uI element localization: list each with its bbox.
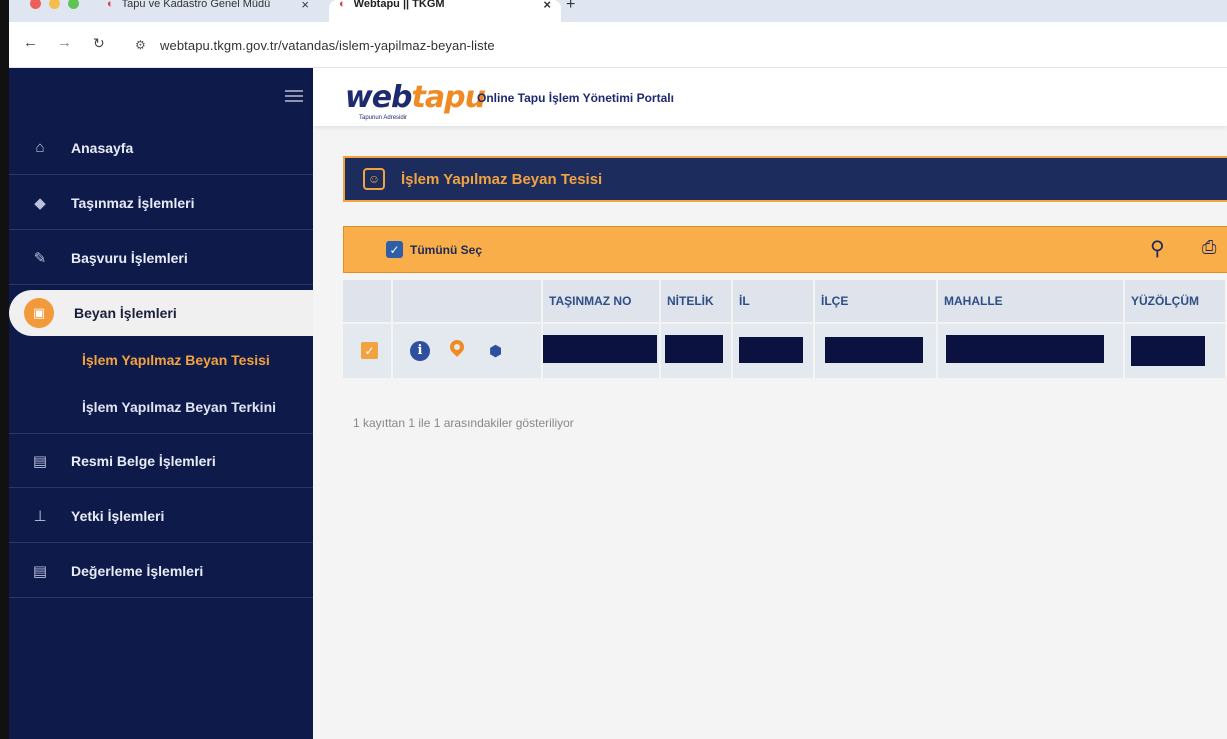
briefcase-icon: ▣ [24,298,54,328]
document-icon: ▤ [32,452,48,470]
sidebar-item-degerleme[interactable]: ▤ Değerleme İşlemleri [9,544,313,598]
browser-tab[interactable]: ◐ Tapu ve Kadastro Genel Müdü × [97,0,319,22]
cube-icon[interactable]: ⬢ [489,342,502,360]
page-header: ☺ İşlem Yapılmaz Beyan Tesisi [343,156,1227,202]
sidebar-item-label: Anasayfa [71,139,134,156]
minimize-window-button[interactable] [49,0,60,9]
column-header-yuzolcum[interactable]: YÜZÖLÇÜM [1125,280,1227,322]
column-header-select [343,280,393,322]
redacted-value [665,335,723,363]
sidebar-item-anasayfa[interactable]: ⌂ Anasayfa [9,121,313,175]
column-header-nitelik[interactable]: NİTELİK [661,280,733,322]
submenu-item-beyan-tesisi[interactable]: İşlem Yapılmaz Beyan Tesisi [82,352,270,368]
new-tab-button[interactable]: + [566,0,575,14]
column-header-ilce[interactable]: İLÇE [815,280,938,322]
column-header-tasinmaz-no[interactable]: TAŞINMAZ NO [543,280,661,322]
pen-icon: ✎ [33,249,47,267]
browser-tab-active[interactable]: ◐ Webtapu || TKGM × [329,0,561,22]
table-cell: ✓ [343,324,393,378]
sidebar-item-basvuru[interactable]: ✎ Başvuru İşlemleri [9,231,313,285]
url-field[interactable]: webtapu.tkgm.gov.tr/vatandas/islem-yapil… [160,38,495,53]
sidebar-item-label: Yetki İşlemleri [71,507,165,524]
logo-tapu-text: tapu [411,80,486,115]
print-icon[interactable]: ⎙ [1202,237,1216,258]
browser-chrome: ◐ Tapu ve Kadastro Genel Müdü × ◐ Webtap… [9,0,1227,68]
sidebar-item-label: Değerleme İşlemleri [71,562,204,579]
sidebar-item-beyan[interactable]: ▣ Beyan İşlemleri [9,290,313,336]
tab-title: Webtapu || TKGM [353,0,445,10]
table-row: ✓ i ⬢ [343,324,1227,378]
tab-title: Tapu ve Kadastro Genel Müdü [121,0,271,10]
page-title: İşlem Yapılmaz Beyan Tesisi [401,170,603,188]
home-icon: ⌂ [35,139,45,156]
info-icon[interactable]: i [410,341,430,361]
redacted-value [739,337,803,363]
redacted-value [946,335,1104,363]
stamp-icon: ⊥ [33,507,47,525]
logo-tagline: Tapunun Adresidir [359,115,408,121]
webtapu-logo[interactable]: webtapu Tapunun Adresidir [345,80,486,121]
column-header-il[interactable]: İL [733,280,815,322]
sidebar-item-tasinmaz[interactable]: ◆ Taşınmaz İşlemleri [9,176,313,230]
table-cell [938,324,1125,378]
redacted-value [825,337,923,363]
select-all-label[interactable]: Tümünü Seç [410,243,482,257]
forward-icon[interactable]: → [57,34,72,51]
back-icon[interactable]: ← [23,34,38,51]
sidebar: ⌂ Anasayfa ◆ Taşınmaz İşlemleri ✎ Başvur… [9,68,313,739]
sidebar-item-label: Resmi Belge İşlemleri [71,452,216,469]
redacted-value [543,335,657,363]
table-cell [815,324,938,378]
menu-toggle-icon[interactable] [285,90,303,105]
reload-icon[interactable]: ↻ [93,35,105,52]
submenu-item-beyan-terkini[interactable]: İşlem Yapılmaz Beyan Terkini [82,399,276,415]
column-header-actions [393,280,543,322]
site-settings-icon[interactable]: ⚙ [135,38,146,52]
column-header-mahalle[interactable]: MAHALLE [938,280,1125,322]
favicon-icon: ◐ [339,0,346,10]
smile-icon: ☺ [363,168,385,190]
close-icon[interactable]: × [543,0,551,12]
table-cell [1125,324,1227,378]
sidebar-item-label: Beyan İşlemleri [74,305,177,321]
pagination-info: 1 kayıttan 1 ile 1 arasındakiler gösteri… [353,416,574,430]
document-icon: ▤ [32,562,48,580]
table-header: TAŞINMAZ NO NİTELİK İL İLÇE MAHALLE YÜZÖ… [343,280,1227,322]
search-icon[interactable]: ⚲ [1150,236,1165,261]
logo-web-text: web [345,80,413,115]
tab-bar: ◐ Tapu ve Kadastro Genel Müdü × ◐ Webtap… [9,0,1227,22]
address-bar: ← → ↻ ⚙ webtapu.tkgm.gov.tr/vatandas/isl… [9,22,1227,68]
favicon-icon: ◐ [107,0,114,10]
main-content: webtapu Tapunun Adresidir Online Tapu İş… [313,68,1227,739]
top-header: webtapu Tapunun Adresidir Online Tapu İş… [313,68,1227,126]
close-window-button[interactable] [30,0,41,9]
table-cell [733,324,815,378]
close-icon[interactable]: × [301,0,309,12]
maximize-window-button[interactable] [68,0,79,9]
property-icon: ◆ [34,194,46,212]
sidebar-item-resmi-belge[interactable]: ▤ Resmi Belge İşlemleri [9,434,313,488]
row-checkbox[interactable]: ✓ [361,342,378,359]
portal-title: Online Tapu İşlem Yönetimi Portalı [477,91,674,105]
table-cell [543,324,661,378]
select-all-checkbox[interactable]: ✓ [386,241,403,258]
table-toolbar: ✓ Tümünü Seç ⚲ ⎙ [343,226,1227,273]
sidebar-item-label: Başvuru İşlemleri [71,249,188,266]
redacted-value [1131,336,1205,366]
sidebar-item-label: Taşınmaz İşlemleri [71,194,195,211]
table-cell [661,324,733,378]
sidebar-item-yetki[interactable]: ⊥ Yetki İşlemleri [9,489,313,543]
